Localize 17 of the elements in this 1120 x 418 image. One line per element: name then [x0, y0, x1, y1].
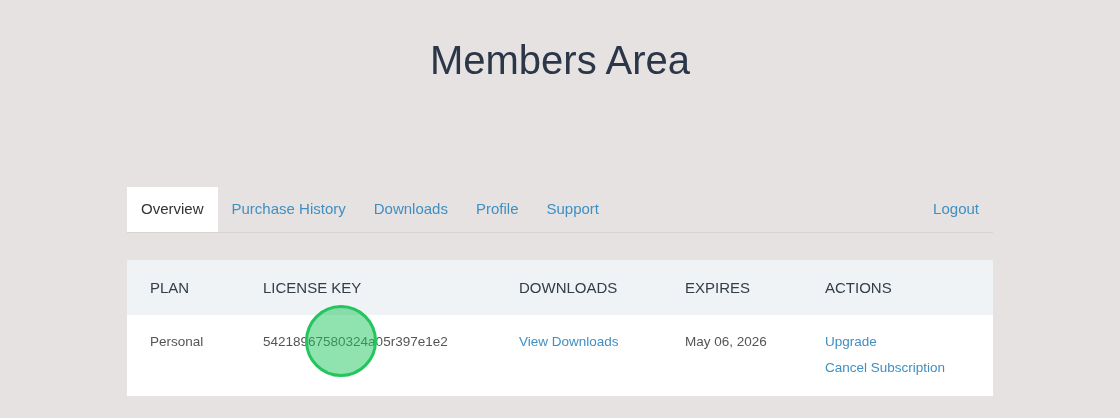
action-link[interactable]: Cancel Subscription	[825, 358, 946, 379]
expires-cell: May 06, 2026	[685, 334, 767, 349]
view-downloads-link[interactable]: View Downloads	[519, 334, 619, 349]
plan-cell: Personal	[150, 334, 204, 349]
tab[interactable]: Downloads	[359, 187, 462, 232]
tab[interactable]: Purchase History	[217, 187, 360, 232]
page-title: Members Area	[429, 37, 691, 84]
column-header: ACTIONS	[825, 278, 892, 296]
column-header: DOWNLOADS	[519, 278, 618, 296]
column-header: PLAN	[150, 278, 190, 296]
column-header: EXPIRES	[685, 278, 751, 296]
action-link[interactable]: Upgrade	[825, 332, 877, 353]
tab[interactable]: Profile	[461, 187, 533, 232]
tab[interactable]: Support	[532, 187, 614, 232]
logout-link[interactable]: Logout	[933, 198, 979, 221]
tab[interactable]: Overview	[127, 187, 218, 232]
column-header: LICENSE KEY	[263, 278, 362, 296]
